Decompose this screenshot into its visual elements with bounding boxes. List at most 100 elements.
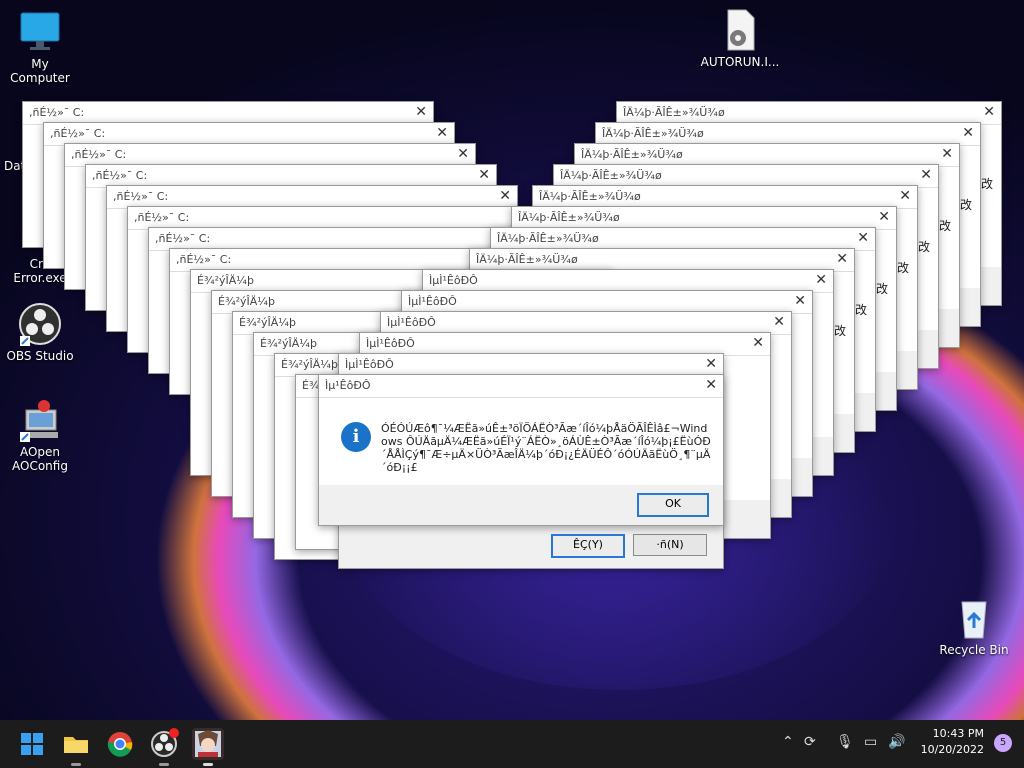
anime-avatar-icon (195, 730, 221, 757)
close-icon[interactable]: ✕ (857, 230, 869, 246)
start-button[interactable] (16, 728, 48, 760)
dialog-body: i ÓÉÓÚÆô¶¯¼ÆËã»úÊ±³öÏÖÁËÒ³Ãæ´íÎó¼þÅäÖÃÎÊ… (319, 398, 723, 525)
body-text: 改 (980, 177, 993, 191)
close-icon[interactable]: ✕ (436, 125, 448, 141)
system-clock[interactable]: 10:43 PM 10/20/2022 (921, 726, 984, 758)
dialog-title: Ìµ¹ÊôÐÔ (325, 379, 371, 392)
chevron-up-icon[interactable]: ⌃ (782, 734, 794, 750)
window-title: ,ñÉ½»¯ C: (113, 190, 169, 203)
microphone-icon[interactable]: 🎙 (836, 734, 854, 750)
window-title: ,ñÉ½»¯ C: (50, 127, 106, 140)
chrome-button[interactable] (104, 728, 136, 760)
desktop-icon-label: AOpen AOConfig (12, 445, 68, 473)
notification-badge[interactable]: 5 (994, 734, 1012, 752)
window-title: ,ñÉ½»¯ C: (134, 211, 190, 224)
desktop-icon-recycle-bin[interactable]: Recycle Bin (934, 596, 1014, 657)
dialog-message: ÓÉÓÚÆô¶¯¼ÆËã»úÊ±³öÏÖÁËÒ³Ãæ´íÎó¼þÅäÖÃÎÊÌâ… (381, 422, 711, 474)
close-icon[interactable]: ✕ (705, 377, 717, 393)
settings-file-icon (718, 8, 762, 52)
yes-button[interactable]: ÊÇ(Y) (551, 534, 625, 558)
running-indicator (71, 763, 81, 766)
desktop-icon-label: My Computer (10, 57, 70, 85)
obs-icon (18, 302, 62, 346)
desktop-icon-autorun[interactable]: AUTORUN.I... (700, 8, 780, 69)
sync-icon[interactable]: ⟳ (804, 734, 816, 750)
close-icon[interactable]: ✕ (705, 356, 717, 372)
close-icon[interactable]: ✕ (941, 146, 953, 162)
body-text: 改 (875, 282, 888, 296)
close-icon[interactable]: ✕ (899, 188, 911, 204)
window-title: ,ñÉ½»¯ C: (155, 232, 211, 245)
title-bar[interactable]: Ìµ¹ÊôÐÔ ✕ (319, 375, 723, 398)
button-strip: ÊÇ(Y) ·ñ(N) (339, 526, 723, 568)
body-text: 改 (896, 261, 909, 275)
close-icon[interactable]: ✕ (794, 293, 806, 309)
clock-time: 10:43 PM (932, 727, 984, 740)
body-text: 改 (959, 198, 972, 212)
window-title: ÎÄ¼þ·ÃÎÊ±»¾Ü¾ø (602, 127, 704, 140)
speaker-icon[interactable]: 🔊 (888, 734, 905, 750)
desktop-icon-my-computer[interactable]: My Computer (0, 10, 80, 85)
window-title: ÌµÌ¹ÊôÐÔ (408, 295, 457, 308)
folder-icon (64, 737, 88, 753)
desktop-icon-aopen-aoconfig[interactable]: AOpen AOConfig (0, 398, 80, 473)
window-title: ÎÄ¼þ·ÃÎÊ±»¾Ü¾ø (518, 211, 620, 224)
close-icon[interactable]: ✕ (962, 125, 974, 141)
no-button[interactable]: ·ñ(N) (633, 534, 707, 556)
window-title: ÎÄ¼þ·ÃÎÊ±»¾Ü¾ø (623, 106, 725, 119)
window-title: ÎÄ¼þ·ÃÎÊ±»¾Ü¾ø (560, 169, 662, 182)
desktop-icon-label: Recycle Bin (939, 643, 1009, 657)
window-title: É¾²ýÎÄ¼þ (239, 316, 296, 329)
windows-logo-icon (21, 733, 43, 755)
monitor-icon (18, 10, 62, 54)
window-title: É¾²ýÎÄ¼þ (218, 295, 275, 308)
message-dialog[interactable]: Ìµ¹ÊôÐÔ ✕ i ÓÉÓÚÆô¶¯¼ÆËã»úÊ±³öÏÖÁËÒ³Ãæ´íÎ… (318, 374, 724, 526)
window-title: ÌµÌ¹ÊôÐÔ (387, 316, 436, 329)
close-icon[interactable]: ✕ (920, 167, 932, 183)
file-explorer-button[interactable] (60, 728, 92, 766)
running-indicator (159, 763, 169, 766)
window-title: ,ñÉ½»¯ C: (71, 148, 127, 161)
close-icon[interactable]: ✕ (773, 314, 785, 330)
taskbar: ⌃ ⟳ 🎙 ▭ 🔊 10:43 PM 10/20/2022 5 (0, 720, 1024, 768)
chrome-icon (107, 732, 133, 757)
desktop-icon-obs-studio[interactable]: OBS Studio (0, 302, 80, 363)
body-text: 改 (938, 219, 951, 233)
window-title: É¾²ýÎÄ¼þ (281, 358, 338, 371)
ok-button[interactable]: OK (637, 493, 709, 517)
close-icon[interactable]: ✕ (478, 167, 490, 183)
window-title: ÌµÌ¹ÊôÐÔ (429, 274, 478, 287)
window-title: É¾²ýÎÄ¼þ (260, 337, 317, 350)
window-title: ÎÄ¼þ·ÃÎÊ±»¾Ü¾ø (581, 148, 683, 161)
clock-date: 10/20/2022 (920, 743, 984, 756)
window-title: ÎÄ¼þ·ÃÎÊ±»¾Ü¾ø (476, 253, 578, 266)
body-text: 改 (917, 240, 930, 254)
obs-icon (151, 728, 179, 757)
window-title: ,ñÉ½»¯ C: (29, 106, 85, 119)
window-title: ,ñÉ½»¯ C: (176, 253, 232, 266)
window-title: ÌµÌ¹ÊôÐÔ (366, 337, 415, 350)
button-strip: OK (319, 485, 723, 525)
desktop-icon-label: OBS Studio (6, 349, 74, 363)
network-icon[interactable]: ▭ (864, 734, 877, 750)
info-icon: i (341, 422, 371, 452)
window-title: ÌµÌ¹ÊôÐÔ (345, 358, 394, 371)
active-app-button[interactable] (192, 728, 224, 766)
body-text: 改 (833, 324, 846, 338)
close-icon[interactable]: ✕ (457, 146, 469, 162)
recycle-bin-icon (952, 596, 996, 640)
computer-repair-icon (18, 398, 62, 442)
desktop-icon-label: AUTORUN.I... (700, 55, 780, 69)
window-title: ,ñÉ½»¯ C: (92, 169, 148, 182)
close-icon[interactable]: ✕ (752, 335, 764, 351)
close-icon[interactable]: ✕ (499, 188, 511, 204)
close-icon[interactable]: ✕ (983, 104, 995, 120)
close-icon[interactable]: ✕ (836, 251, 848, 267)
obs-taskbar-button[interactable] (148, 728, 180, 766)
running-indicator (203, 763, 213, 766)
window-title: ÎÄ¼þ·ÃÎÊ±»¾Ü¾ø (497, 232, 599, 245)
body-text: 改 (854, 303, 867, 317)
close-icon[interactable]: ✕ (415, 104, 427, 120)
close-icon[interactable]: ✕ (815, 272, 827, 288)
close-icon[interactable]: ✕ (878, 209, 890, 225)
